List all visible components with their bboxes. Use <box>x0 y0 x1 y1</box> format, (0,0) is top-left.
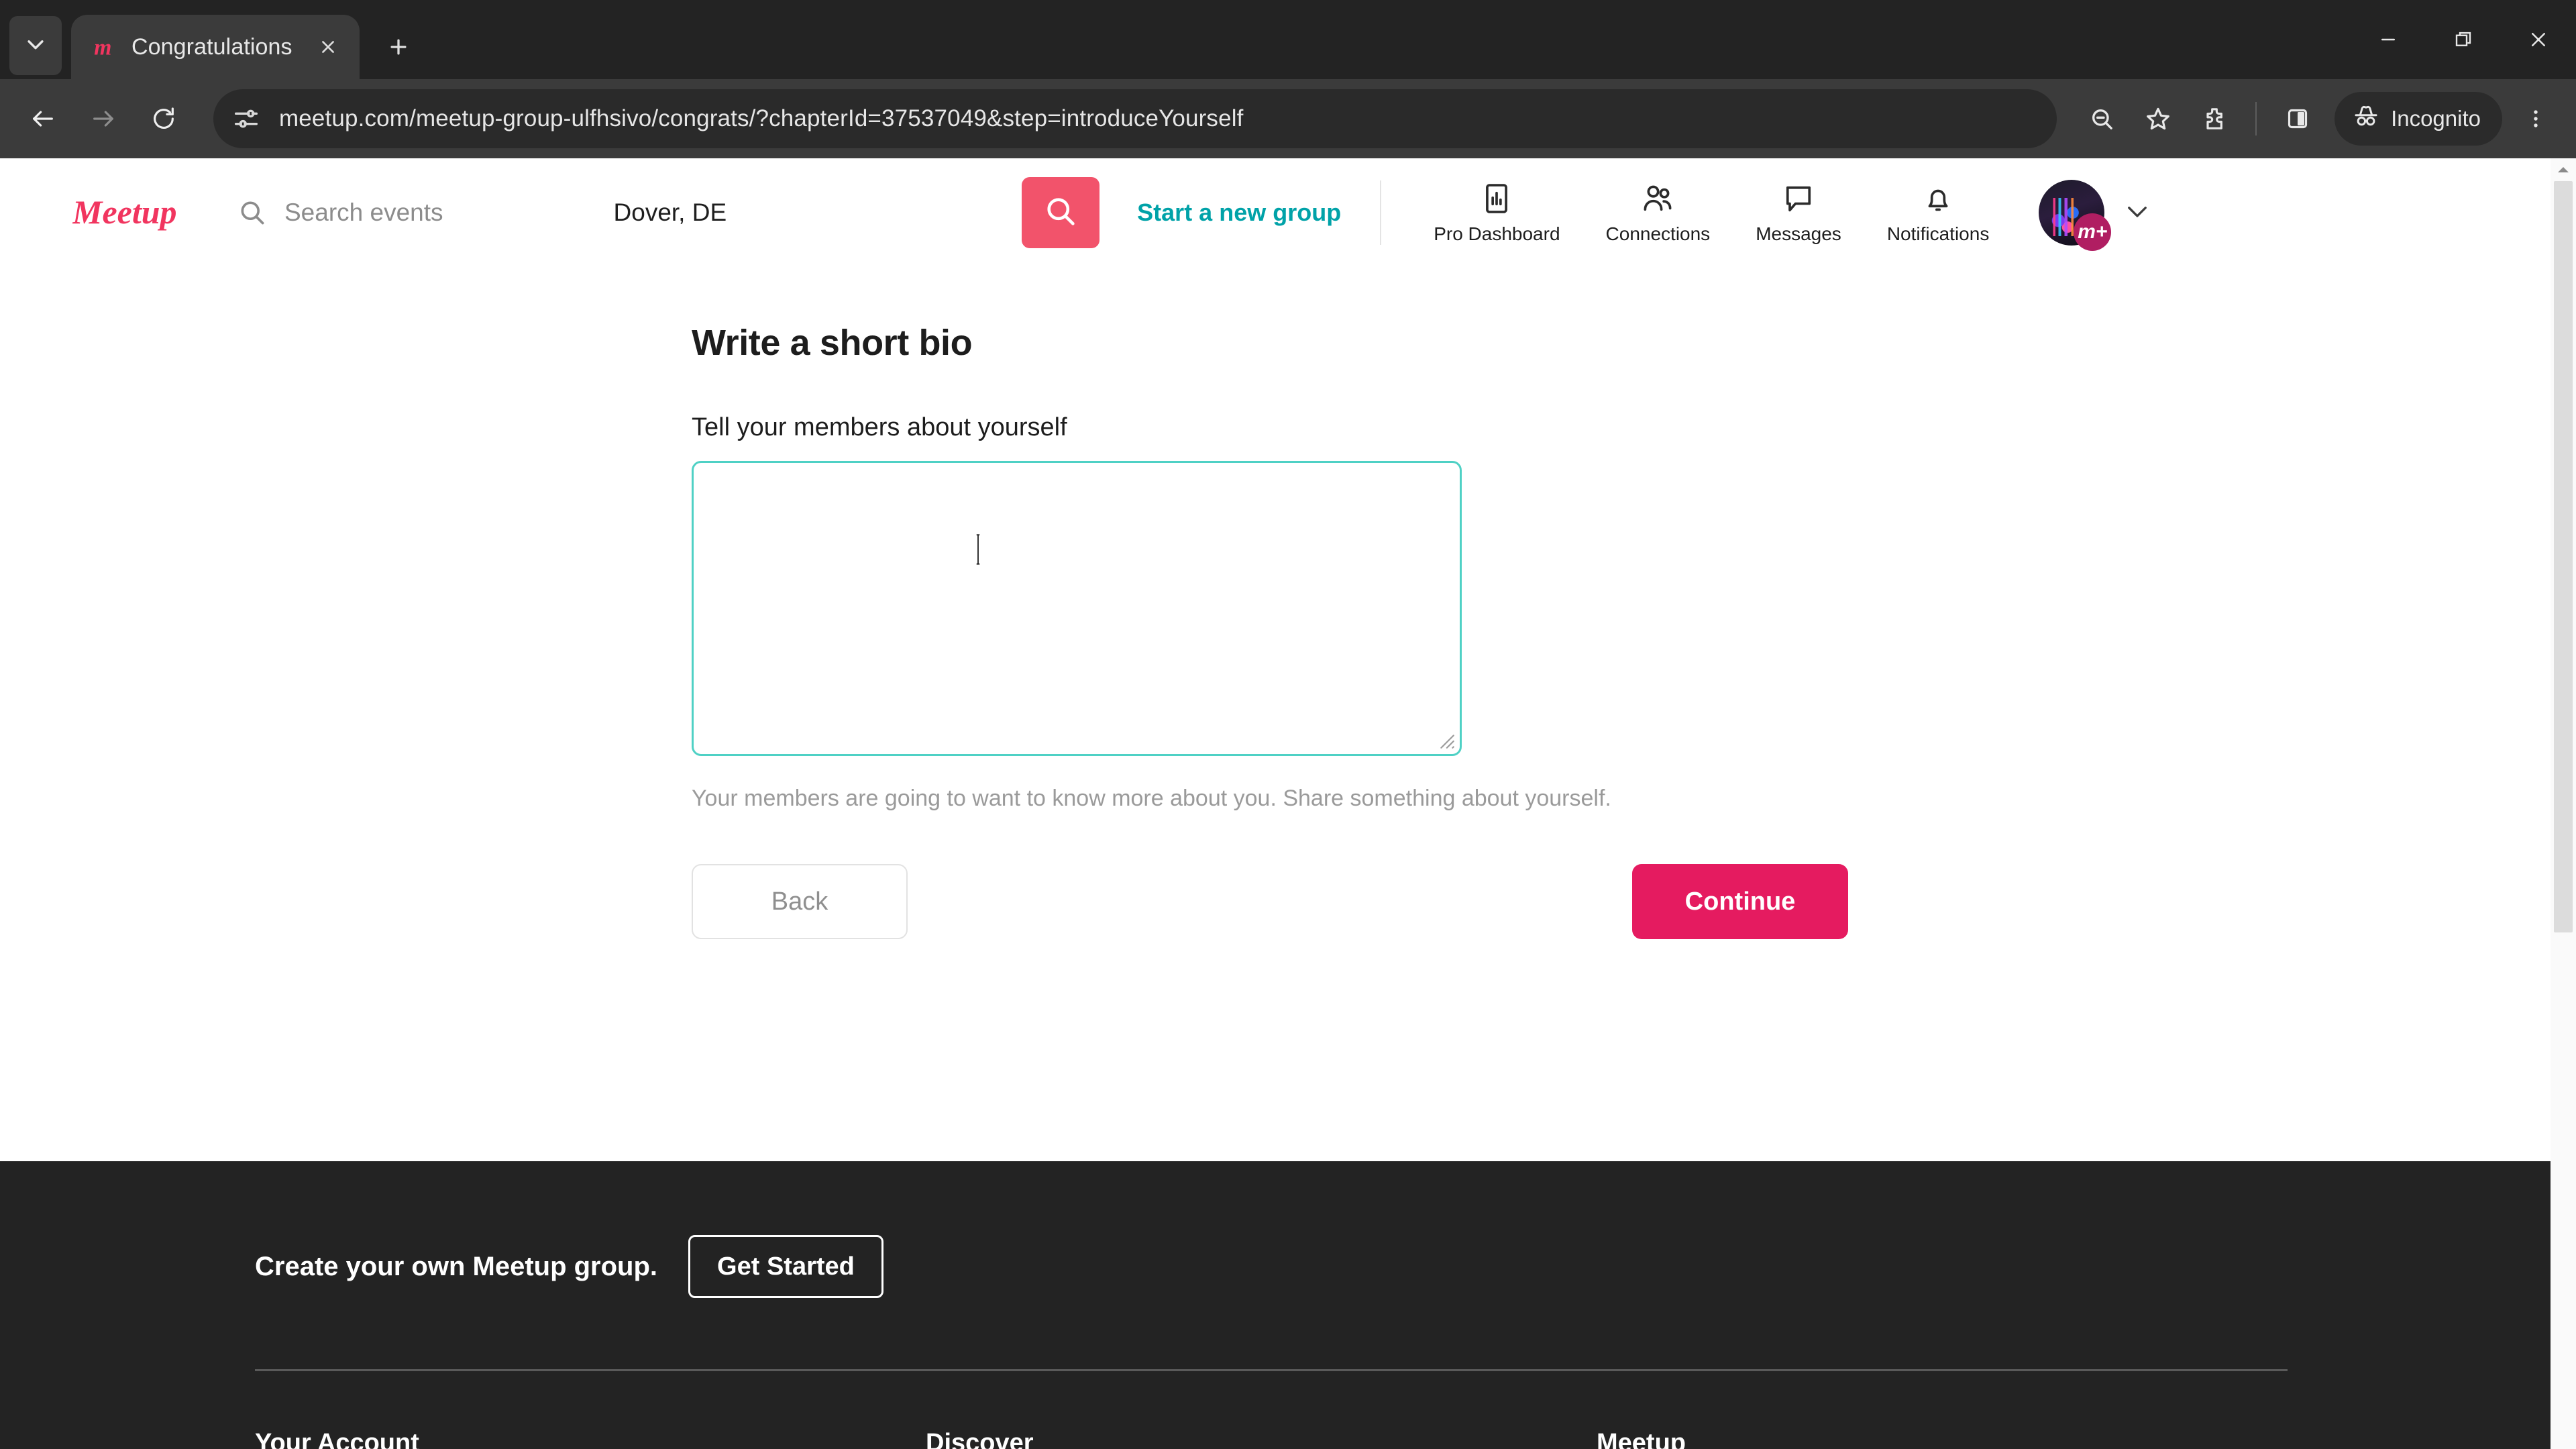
scrollbar-thumb[interactable] <box>2554 181 2573 932</box>
header-nav: Pro Dashboard Connections Messages Notif… <box>1411 180 2012 245</box>
footer-column-title: Discover <box>926 1429 1034 1449</box>
footer-column-meetup: Meetup <box>1597 1429 2267 1449</box>
close-window-icon[interactable] <box>2501 0 2576 79</box>
nav-item-notifications[interactable]: Notifications <box>1864 180 2012 245</box>
browser-window: m Congratulations meetup.com/meetup-grou… <box>0 0 2576 1449</box>
footer-column-discover: Discover <box>926 1429 1597 1449</box>
nav-item-pro-dashboard[interactable]: Pro Dashboard <box>1411 180 1582 245</box>
browser-toolbar: meetup.com/meetup-group-ulfhsivo/congrat… <box>0 79 2576 158</box>
site-header: Meetup Search events Dover, DE Start a n… <box>0 158 2576 267</box>
footer-divider <box>255 1369 2288 1371</box>
toolbar-divider <box>2255 102 2257 136</box>
chevron-down-icon[interactable] <box>2123 197 2151 229</box>
search-submit-button[interactable] <box>1022 177 1100 248</box>
footer-cta-text: Create your own Meetup group. <box>255 1251 658 1281</box>
incognito-hat-icon <box>2352 102 2380 136</box>
scroll-up-arrow-icon[interactable] <box>2551 158 2576 181</box>
chevron-down-icon <box>24 33 47 59</box>
back-arrow-icon[interactable] <box>15 91 71 147</box>
plus-icon[interactable] <box>373 21 424 72</box>
three-dot-menu-icon[interactable] <box>2510 93 2561 144</box>
bio-textarea[interactable] <box>692 461 1462 756</box>
pro-badge: m+ <box>2074 213 2112 251</box>
close-icon[interactable] <box>310 29 346 65</box>
extensions-puzzle-icon[interactable] <box>2188 93 2241 145</box>
chat-bubble-icon <box>1781 180 1816 217</box>
get-started-button[interactable]: Get Started <box>688 1235 883 1298</box>
bio-field-label: Tell your members about yourself <box>692 413 1067 441</box>
tab-title: Congratulations <box>131 34 292 60</box>
restore-window-icon[interactable] <box>2426 0 2501 79</box>
site-settings-icon[interactable] <box>231 103 262 134</box>
page-scrollbar[interactable] <box>2551 158 2576 1449</box>
footer-column-title: Your Account <box>255 1429 419 1449</box>
forward-arrow-icon[interactable] <box>75 91 131 147</box>
nav-label: Messages <box>1756 223 1841 244</box>
start-new-group-link[interactable]: Start a new group <box>1137 199 1341 227</box>
zoom-out-icon[interactable] <box>2076 93 2128 145</box>
bio-hint-text: Your members are going to want to know m… <box>692 786 1611 811</box>
search-icon <box>237 198 267 227</box>
url-text: meetup.com/meetup-group-ulfhsivo/congrat… <box>279 105 1244 131</box>
nav-item-connections[interactable]: Connections <box>1583 180 1733 245</box>
reload-icon[interactable] <box>136 91 192 147</box>
window-controls <box>2351 0 2576 79</box>
svg-text:m: m <box>94 36 111 60</box>
location-input[interactable]: Dover, DE <box>614 199 727 227</box>
tab-search-button[interactable] <box>9 16 62 75</box>
side-panel-icon[interactable] <box>2271 93 2324 145</box>
star-icon[interactable] <box>2132 93 2184 145</box>
form-actions: Back Continue <box>692 864 1848 939</box>
incognito-label: Incognito <box>2391 106 2481 131</box>
dashboard-chart-icon <box>1479 180 1514 217</box>
browser-tab[interactable]: m Congratulations <box>71 15 360 79</box>
header-divider <box>1380 180 1382 245</box>
bio-textarea-wrapper <box>692 461 1462 756</box>
svg-text:Meetup: Meetup <box>72 193 177 231</box>
footer-column-title: Meetup <box>1597 1429 1686 1449</box>
page-viewport: Meetup Search events Dover, DE Start a n… <box>0 158 2576 1449</box>
continue-button[interactable]: Continue <box>1632 864 1848 939</box>
bio-form: Write a short bio Tell your members abou… <box>0 267 2576 939</box>
minimize-icon[interactable] <box>2351 0 2426 79</box>
nav-label: Notifications <box>1886 223 1990 244</box>
avatar[interactable]: m+ <box>2039 180 2112 251</box>
account-menu[interactable]: m+ <box>2039 180 2151 251</box>
address-bar[interactable]: meetup.com/meetup-group-ulfhsivo/congrat… <box>213 89 2057 148</box>
nav-label: Connections <box>1605 223 1711 244</box>
incognito-indicator[interactable]: Incognito <box>2334 92 2502 146</box>
footer-cta: Create your own Meetup group. Get Starte… <box>255 1235 2551 1298</box>
back-button[interactable]: Back <box>692 864 908 939</box>
site-footer: Create your own Meetup group. Get Starte… <box>0 1161 2551 1449</box>
meetup-logo[interactable]: Meetup <box>72 191 193 234</box>
nav-item-messages[interactable]: Messages <box>1733 180 1864 245</box>
search-events-field[interactable]: Search events <box>237 198 443 227</box>
footer-columns: Your Account Discover Meetup <box>255 1429 2551 1449</box>
tab-strip: m Congratulations <box>0 0 2576 79</box>
page-title: Write a short bio <box>692 323 973 363</box>
search-submit-icon <box>1043 194 1078 232</box>
footer-column-your-account: Your Account <box>255 1429 926 1449</box>
bell-icon <box>1921 180 1955 217</box>
people-icon <box>1640 180 1675 217</box>
search-input-placeholder: Search events <box>284 199 443 226</box>
nav-label: Pro Dashboard <box>1434 223 1560 244</box>
meetup-favicon: m <box>91 33 119 61</box>
